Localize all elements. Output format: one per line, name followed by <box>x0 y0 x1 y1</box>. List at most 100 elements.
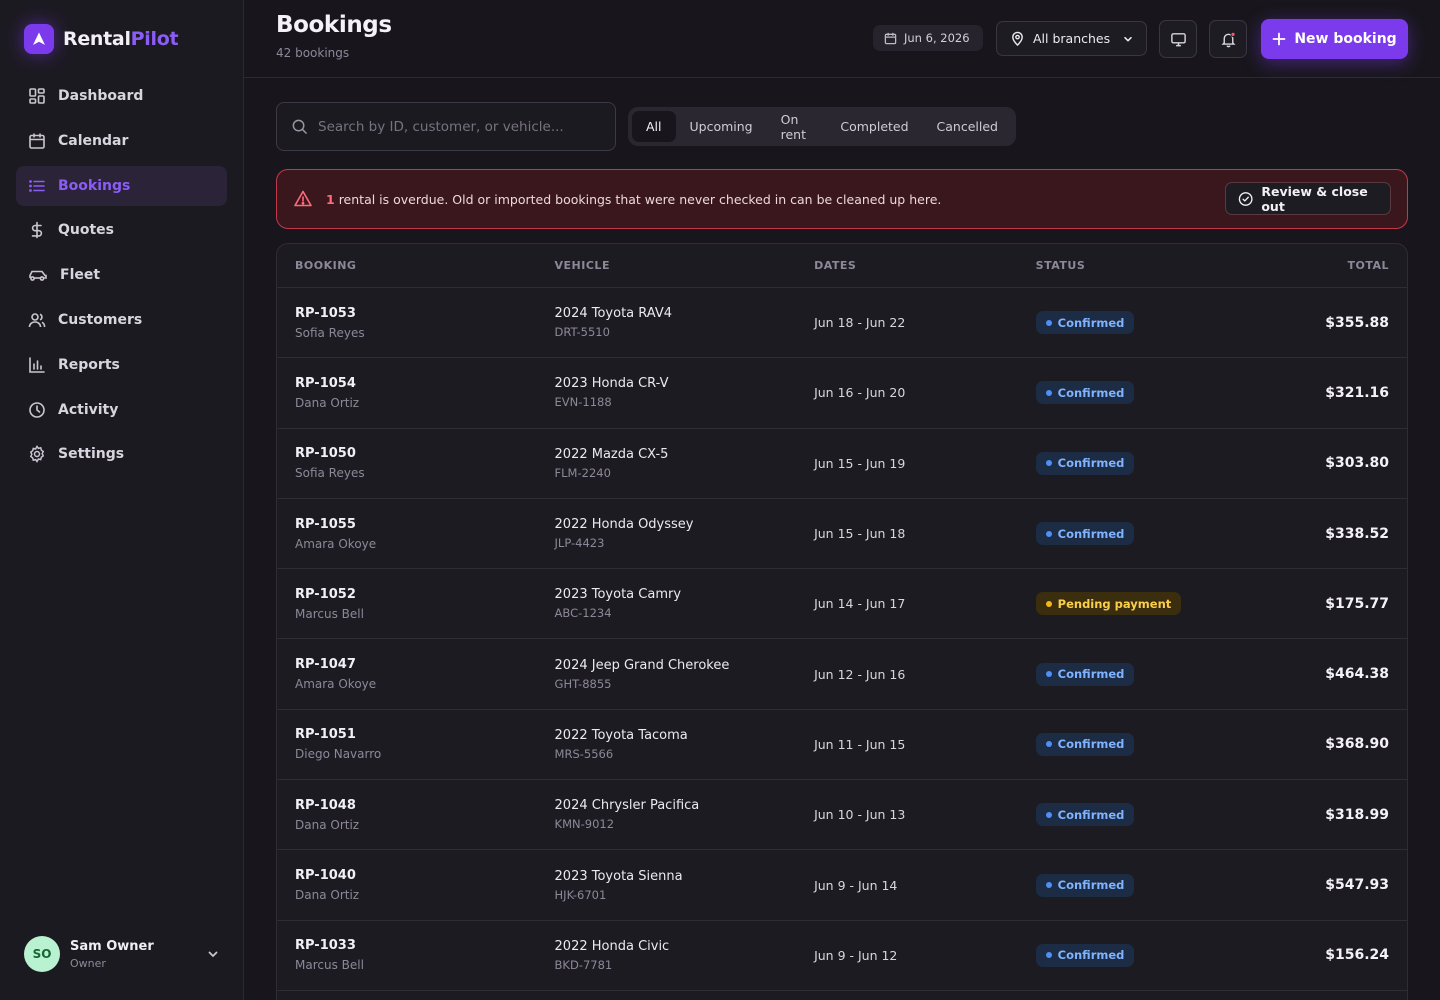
search-box[interactable] <box>276 102 616 151</box>
new-booking-button[interactable]: New booking <box>1261 19 1408 59</box>
sidebar-item-calendar[interactable]: Calendar <box>16 121 227 161</box>
branch-select[interactable]: All branches <box>996 21 1147 56</box>
map-pin-icon <box>1012 31 1023 46</box>
vehicle-name: 2022 Honda Odyssey <box>554 517 694 533</box>
customer-name: Marcus Bell <box>295 958 364 973</box>
vehicle-plate: DRT-5510 <box>554 325 610 340</box>
total-cell: $547.93 <box>1225 850 1407 919</box>
review-close-out-button[interactable]: Review & close out <box>1225 182 1391 215</box>
booking-id[interactable]: RP-1040 <box>295 868 555 883</box>
customer-name: Marcus Bell <box>295 606 364 621</box>
booking-id[interactable]: RP-1047 <box>295 657 555 672</box>
search-input[interactable] <box>318 118 608 135</box>
vehicle-cell: 2023 Toyota Camry ABC-1234 <box>555 569 815 638</box>
header-total[interactable]: TOTAL <box>1225 244 1407 287</box>
vehicle-plate: ABC-1234 <box>554 606 612 621</box>
sidebar-item-bookings[interactable]: Bookings <box>16 165 227 206</box>
status-cell: Confirmed <box>1035 780 1226 849</box>
booking-id[interactable]: RP-1050 <box>295 446 555 461</box>
table-row[interactable]: RP-1054 Dana Ortiz 2023 Honda CR-V EVN-1188… <box>277 358 1407 429</box>
header-status[interactable]: STATUS <box>1036 244 1226 287</box>
header-booking[interactable]: BOOKING <box>277 244 555 287</box>
table-row[interactable]: RP-1055 Amara Okoye 2022 Honda Odyssey JLP-… <box>277 499 1407 570</box>
monitor-icon <box>1170 32 1186 46</box>
warning-icon <box>294 190 312 207</box>
booking-dates: Jun 16 - Jun 20 <box>814 385 906 401</box>
table-row[interactable]: RP-1040 Dana Ortiz 2023 Toyota Sienna HJK-6… <box>277 850 1407 921</box>
review-close-out-label: Review & close out <box>1261 183 1368 214</box>
calendar-icon <box>29 133 45 149</box>
current-date: Jun 6, 2026 <box>904 31 970 45</box>
sidebar-item-dashboard[interactable]: Dashboard <box>16 76 227 116</box>
total-cell: $368.90 <box>1225 710 1407 779</box>
tab-on-rent[interactable]: On rent <box>767 111 827 142</box>
table-row[interactable]: RP-1050 Sofia Reyes 2022 Mazda CX-5 FLM-224… <box>277 429 1407 499</box>
status-cell: Confirmed <box>1035 921 1226 990</box>
status-badge: Confirmed <box>1035 873 1135 897</box>
dashboard-icon <box>29 88 45 104</box>
tab-upcoming[interactable]: Upcoming <box>676 111 767 142</box>
sidebar-item-label: Reports <box>58 356 120 373</box>
page-title: Bookings <box>276 12 392 38</box>
vehicle-plate: BKD-7781 <box>554 957 613 972</box>
sidebar-item-activity[interactable]: Activity <box>16 390 227 430</box>
status-cell: Confirmed <box>1035 639 1226 708</box>
tab-completed[interactable]: Completed <box>826 111 922 142</box>
booking-total: $321.16 <box>1325 384 1390 401</box>
total-cell: $464.38 <box>1225 639 1407 708</box>
vehicle-name: 2022 Mazda CX-5 <box>554 446 669 462</box>
booking-cell: RP-1052 Marcus Bell <box>277 569 555 638</box>
date-chip[interactable]: Jun 6, 2026 <box>873 25 983 51</box>
table-row[interactable]: RP-1051 Diego Navarro 2022 Toyota Tacoma MR… <box>277 710 1407 781</box>
brand-name: RentalPilot <box>63 28 179 50</box>
tab-cancelled[interactable]: Cancelled <box>923 111 1012 142</box>
status-label: Pending payment <box>1057 596 1172 611</box>
status-label: Confirmed <box>1057 315 1125 330</box>
booking-id[interactable]: RP-1053 <box>295 306 555 321</box>
user-menu[interactable]: SO Sam Owner Owner <box>24 936 220 972</box>
sidebar-item-fleet[interactable]: Fleet <box>16 255 227 295</box>
sidebar-item-settings[interactable]: Settings <box>16 434 227 474</box>
display-button[interactable] <box>1159 20 1197 58</box>
status-label: Confirmed <box>1057 456 1125 471</box>
total-cell: $355.88 <box>1225 288 1407 357</box>
brand-name-part-2: Pilot <box>130 28 179 50</box>
booking-total: $303.80 <box>1325 455 1390 472</box>
alert-message: 1 rental is overdue. Old or imported boo… <box>326 192 941 207</box>
booking-id[interactable]: RP-1051 <box>295 727 555 742</box>
status-dot <box>1045 671 1052 678</box>
tab-all[interactable]: All <box>632 111 676 142</box>
vehicle-plate: EVN-1188 <box>554 395 612 410</box>
status-cell: Pending payment <box>1035 569 1226 638</box>
sidebar-item-reports[interactable]: Reports <box>16 345 227 385</box>
vehicle-plate: KMN-9012 <box>554 817 615 832</box>
table-row[interactable]: RP-1052 Marcus Bell 2023 Toyota Camry ABC-1… <box>277 569 1407 640</box>
sidebar-item-quotes[interactable]: Quotes <box>16 210 227 250</box>
total-cell: $175.77 <box>1225 569 1407 638</box>
booking-cell: RP-1047 Amara Okoye <box>277 639 555 708</box>
table-row[interactable]: RP-1053 Sofia Reyes 2024 Toyota RAV4 DRT-55… <box>277 288 1407 359</box>
table-row[interactable]: RP-1033 Marcus Bell 2022 Honda Civic BKD-77… <box>277 921 1407 991</box>
customer-name: Diego Navarro <box>295 747 382 762</box>
total-cell: $338.52 <box>1225 499 1407 568</box>
booking-dates: Jun 11 - Jun 15 <box>814 736 906 752</box>
booking-id[interactable]: RP-1054 <box>295 376 555 391</box>
customer-name: Amara Okoye <box>295 677 377 692</box>
brand[interactable]: RentalPilot <box>24 24 179 54</box>
sidebar-item-customers[interactable]: Customers <box>16 300 227 340</box>
table-row[interactable]: RP-1047 Amara Okoye 2024 Jeep Grand Cherok… <box>277 639 1407 710</box>
header-vehicle[interactable]: VEHICLE <box>555 244 815 287</box>
booking-id[interactable]: RP-1033 <box>295 938 555 953</box>
total-cell: $303.80 <box>1225 429 1407 498</box>
header-dates[interactable]: DATES <box>814 244 1036 287</box>
booking-id[interactable]: RP-1052 <box>295 587 555 602</box>
chevron-down-icon[interactable] <box>206 947 220 961</box>
booking-total: $368.90 <box>1325 736 1390 753</box>
notifications-button[interactable] <box>1209 20 1247 58</box>
booking-id[interactable]: RP-1055 <box>295 517 555 532</box>
table-row[interactable]: RP-1048 Dana Ortiz 2024 Chrysler Pacifica K… <box>277 780 1407 851</box>
booking-id[interactable]: RP-1048 <box>295 798 555 813</box>
dates-cell: Jun 10 - Jun 13 <box>814 780 1036 849</box>
status-dot <box>1045 460 1052 467</box>
users-icon <box>28 313 46 328</box>
